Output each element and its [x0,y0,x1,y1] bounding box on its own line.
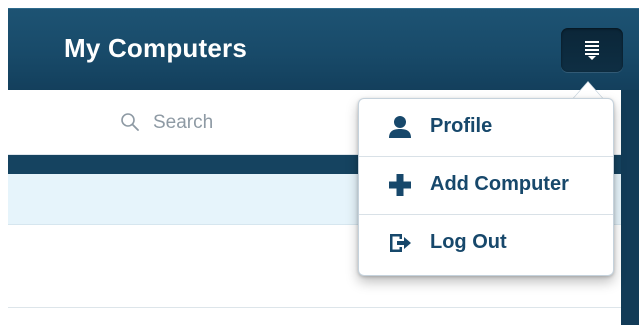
menu-item-label: Log Out [430,231,507,253]
menu-item-label: Profile [430,115,493,137]
page-title: My Computers [64,33,247,63]
app-screen: My Computers Search Profile Add Computer… [0,0,639,325]
top-gap [0,0,639,8]
menu-list-icon [585,41,599,60]
plus-icon [389,174,411,196]
header-bar: My Computers [8,8,639,91]
menu-button[interactable] [561,28,623,72]
menu-item-label: Add Computer [430,173,569,195]
right-edge-panel [621,90,639,325]
search-input[interactable]: Search [153,112,213,134]
dropdown-menu: Profile Add Computer Log Out [358,98,614,276]
menu-item-log-out[interactable]: Log Out [359,215,613,272]
menu-item-profile[interactable]: Profile [359,99,613,157]
person-icon [389,116,411,138]
dropdown-caret [573,82,603,99]
logout-icon [390,234,411,252]
menu-item-add-computer[interactable]: Add Computer [359,157,613,215]
search-icon [121,113,139,131]
